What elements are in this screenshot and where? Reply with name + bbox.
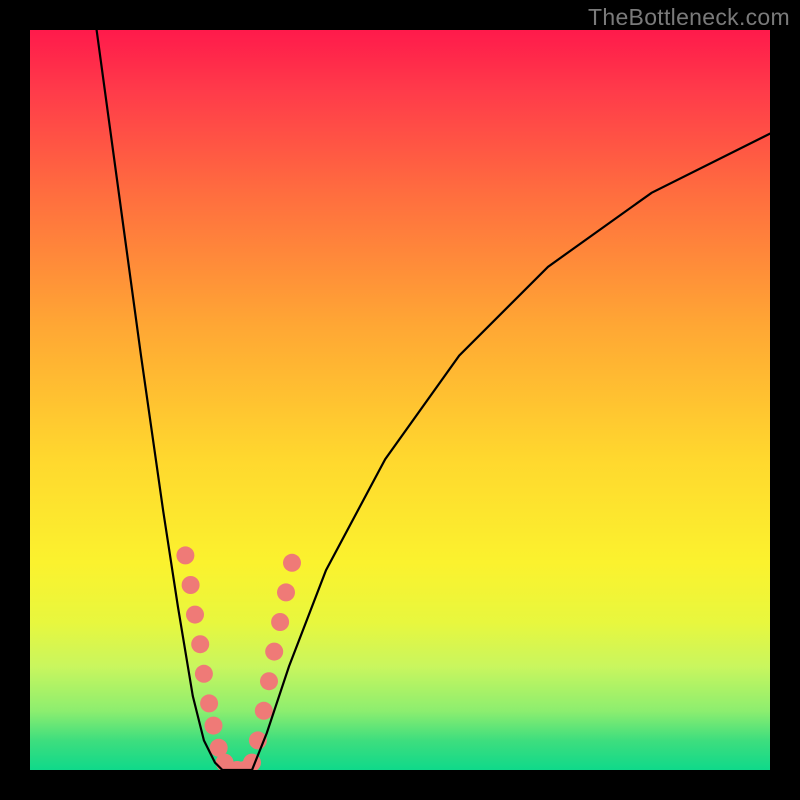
marker-dot: [283, 554, 301, 572]
chart-frame: TheBottleneck.com: [0, 0, 800, 800]
curve-left-branch: [97, 30, 223, 770]
marker-dot: [200, 694, 218, 712]
marker-dot: [277, 583, 295, 601]
curve-right-branch: [252, 134, 770, 770]
marker-group: [176, 546, 301, 770]
marker-dot: [260, 672, 278, 690]
marker-dot: [186, 606, 204, 624]
marker-dot: [205, 717, 223, 735]
marker-dot: [191, 635, 209, 653]
marker-dot: [195, 665, 213, 683]
marker-dot: [271, 613, 289, 631]
plot-area: [30, 30, 770, 770]
chart-svg: [30, 30, 770, 770]
marker-dot: [182, 576, 200, 594]
marker-dot: [176, 546, 194, 564]
watermark-text: TheBottleneck.com: [588, 4, 790, 31]
marker-dot: [265, 643, 283, 661]
marker-dot: [255, 702, 273, 720]
